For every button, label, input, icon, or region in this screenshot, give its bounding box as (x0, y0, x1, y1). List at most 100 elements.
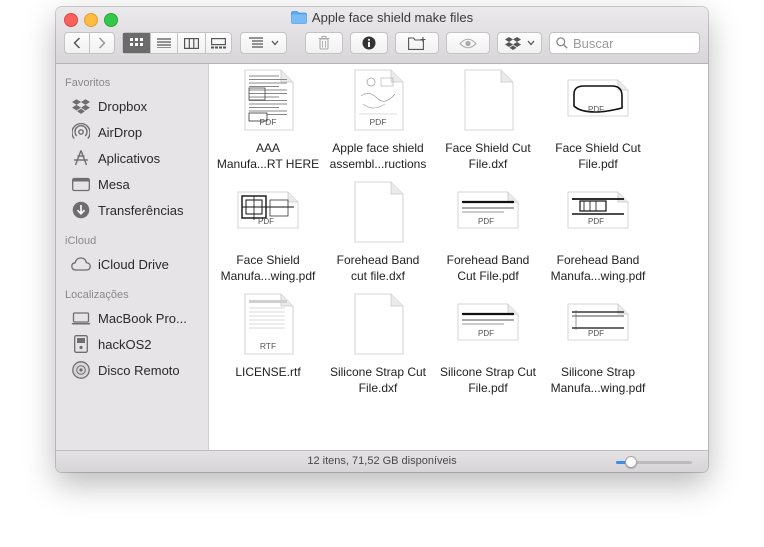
svg-text:PDF: PDF (258, 217, 274, 226)
file-name-line2: Manufa...RT HERE (216, 157, 320, 171)
file-item[interactable]: Forehead Band cut file.dxf (323, 176, 433, 284)
grid-view-icon (129, 38, 143, 46)
eye-icon (459, 38, 477, 48)
list-view-button[interactable] (151, 33, 179, 53)
svg-text:PDF: PDF (478, 329, 494, 338)
view-mode-selector (122, 32, 232, 54)
file-thumbnail-icon: PDF (543, 64, 653, 132)
file-name-line2: File.pdf (468, 381, 508, 395)
gallery-view-button[interactable] (206, 33, 231, 53)
search-field[interactable] (549, 32, 700, 54)
file-item[interactable]: Face Shield Cut File.dxf (433, 64, 543, 172)
sidebar: Favoritos Dropbox AirDrop Aplicativos Me… (56, 64, 209, 450)
file-item[interactable]: PDF AAA Manufa...RT HERE (213, 64, 323, 172)
file-name-line1: Forehead Band (446, 253, 530, 267)
locations-section-title: Localizações (65, 289, 129, 301)
sidebar-item-label: Mesa (98, 176, 130, 192)
back-button[interactable] (65, 33, 91, 53)
file-name: Face Shield Cut File.pdf (543, 140, 653, 172)
search-input[interactable] (568, 35, 693, 51)
file-item[interactable]: PDF Face Shield Manufa...wing.pdf (213, 176, 323, 284)
sidebar-item-label: AirDrop (98, 124, 143, 140)
file-name: Face Shield Manufa...wing.pdf (213, 252, 323, 284)
column-view-icon (184, 37, 200, 49)
file-thumbnail-icon: PDF (323, 64, 433, 132)
sidebar-item-icloud-drive[interactable]: iCloud Drive (70, 252, 169, 276)
file-name-line1: LICENSE.rtf (235, 365, 301, 379)
file-item[interactable]: RTF LICENSE.rtf (213, 288, 323, 380)
file-thumbnail-icon (323, 288, 433, 356)
file-thumbnail-icon: PDF (213, 64, 323, 132)
favorites-section-title: Favoritos (65, 77, 111, 89)
chevron-right-icon (99, 37, 106, 49)
svg-text:PDF: PDF (588, 217, 604, 226)
list-view-icon (157, 38, 172, 48)
sidebar-item-airdrop[interactable]: AirDrop (70, 120, 142, 144)
svg-text:PDF: PDF (260, 117, 277, 127)
status-bar: 12 itens, 71,52 GB disponíveis (56, 450, 708, 472)
file-name: Forehead Band cut file.dxf (323, 252, 433, 284)
sidebar-item-remote-disc[interactable]: Disco Remoto (70, 358, 180, 382)
file-name-line1: AAA (255, 141, 280, 155)
file-name-line1: Face Shield (236, 253, 300, 267)
file-name: Apple face shield assembl...ructions (323, 140, 433, 172)
sidebar-item-macbook-pro[interactable]: MacBook Pro... (70, 306, 187, 330)
folder-icon (291, 11, 307, 27)
file-name: Face Shield Cut File.dxf (433, 140, 543, 172)
chevron-left-icon (73, 37, 81, 49)
new-folder-icon (408, 36, 426, 50)
get-info-button[interactable] (350, 32, 388, 54)
file-item[interactable]: PDF Forehead Band Cut File.pdf (433, 176, 543, 284)
svg-text:RTF: RTF (260, 341, 276, 351)
quick-look-button[interactable] (446, 32, 490, 54)
sidebar-item-hackos2[interactable]: hackOS2 (70, 332, 151, 356)
icloud-section-title: iCloud (65, 235, 97, 247)
sidebar-item-label: Transferências (98, 202, 184, 218)
sidebar-item-label: iCloud Drive (98, 256, 169, 272)
search-icon (556, 37, 568, 49)
finder-window: Apple face shield make files Buscar Favo… (56, 7, 708, 472)
file-thumbnail-icon: RTF (213, 288, 323, 356)
file-name: AAA Manufa...RT HERE (213, 140, 323, 172)
file-name: Silicone Strap Cut File.pdf (433, 364, 543, 396)
file-item[interactable]: PDF Forehead Band Manufa...wing.pdf (543, 176, 653, 284)
file-thumbnail-icon (433, 64, 543, 132)
delete-button[interactable] (305, 32, 343, 54)
file-item[interactable]: PDF Silicone Strap Cut File.pdf (433, 288, 543, 396)
file-name: Silicone Strap Manufa...wing.pdf (543, 364, 653, 396)
icon-size-slider[interactable] (616, 456, 692, 468)
gallery-view-icon (210, 37, 226, 48)
svg-text:PDF: PDF (588, 105, 604, 114)
window-title-area: Apple face shield make files (56, 10, 708, 27)
dropbox-icon (70, 97, 92, 115)
file-name-line2: Manufa...wing.pdf (550, 269, 646, 283)
file-name-line1: Silicone Strap Cut (439, 365, 537, 379)
file-item[interactable]: PDF Face Shield Cut File.pdf (543, 64, 653, 172)
sidebar-item-dropbox[interactable]: Dropbox (70, 94, 147, 118)
file-name-line1: Apple face shield (332, 141, 424, 155)
file-name: LICENSE.rtf (213, 364, 323, 380)
group-by-button[interactable] (240, 32, 287, 54)
forward-button[interactable] (90, 33, 114, 53)
file-name-line1: Silicone Strap (560, 365, 636, 379)
file-thumbnail-icon: PDF (433, 288, 543, 356)
sidebar-item-downloads[interactable]: Transferências (70, 198, 184, 222)
icon-view-button[interactable] (123, 33, 152, 53)
column-view-button[interactable] (178, 33, 206, 53)
trash-icon (318, 36, 330, 50)
sidebar-item-desktop[interactable]: Mesa (70, 172, 130, 196)
file-item[interactable]: PDF Apple face shield assembl...ructions (323, 64, 433, 172)
dropbox-menu-button[interactable] (497, 32, 542, 54)
sidebar-item-label: Disco Remoto (98, 362, 180, 378)
file-item[interactable]: Silicone Strap Cut File.dxf (323, 288, 433, 396)
file-name-line2: File.dxf (468, 157, 508, 171)
sidebar-item-applications[interactable]: Aplicativos (70, 146, 160, 170)
arrange-icon (248, 37, 263, 48)
file-item[interactable]: PDF Silicone Strap Manufa...wing.pdf (543, 288, 653, 396)
airdrop-icon (70, 123, 92, 141)
new-folder-button[interactable] (395, 32, 439, 54)
downloads-icon (70, 201, 92, 219)
svg-text:PDF: PDF (588, 329, 604, 338)
file-name-line2: assembl...ructions (329, 157, 427, 171)
file-thumbnail-icon (323, 176, 433, 244)
